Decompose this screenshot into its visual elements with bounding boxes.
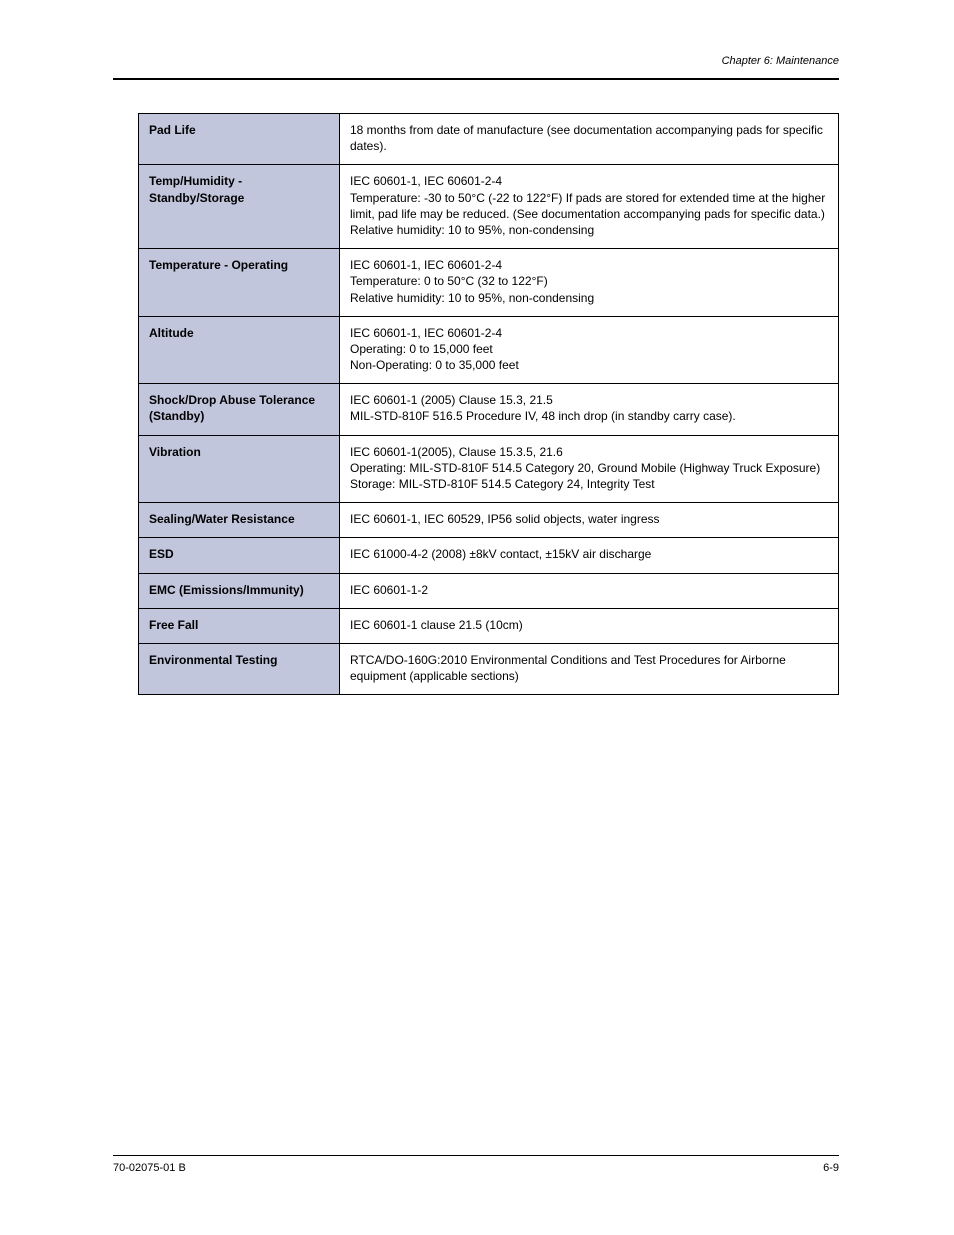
- spec-value: IEC 60601-1 clause 21.5 (10cm): [340, 608, 839, 643]
- spec-label: Vibration: [139, 435, 340, 503]
- spec-label: Free Fall: [139, 608, 340, 643]
- spec-value: 18 months from date of manufacture (see …: [340, 114, 839, 165]
- footer-rule: [113, 1155, 839, 1156]
- header-chapter: Chapter 6: Maintenance: [113, 55, 839, 67]
- footer-doc-number: 70-02075-01 B: [113, 1162, 186, 1174]
- spec-label: Altitude: [139, 316, 340, 384]
- spec-value: IEC 60601-1, IEC 60601-2-4 Operating: 0 …: [340, 316, 839, 384]
- table-row: ESDIEC 61000-4-2 (2008) ±8kV contact, ±1…: [139, 538, 839, 573]
- spec-label: Sealing/Water Resistance: [139, 503, 340, 538]
- table-row: VibrationIEC 60601-1(2005), Clause 15.3.…: [139, 435, 839, 503]
- table-row: Pad Life18 months from date of manufactu…: [139, 114, 839, 165]
- header-rule: [113, 78, 839, 80]
- spec-label: Shock/Drop Abuse Tolerance (Standby): [139, 384, 340, 435]
- spec-value: IEC 61000-4-2 (2008) ±8kV contact, ±15kV…: [340, 538, 839, 573]
- table-row: EMC (Emissions/Immunity)IEC 60601-1-2: [139, 573, 839, 608]
- specs-table: Pad Life18 months from date of manufactu…: [138, 113, 839, 695]
- spec-value: RTCA/DO-160G:2010 Environmental Conditio…: [340, 643, 839, 694]
- spec-value: IEC 60601-1, IEC 60601-2-4 Temperature: …: [340, 165, 839, 249]
- spec-value: IEC 60601-1 (2005) Clause 15.3, 21.5 MIL…: [340, 384, 839, 435]
- spec-label: Temp/Humidity - Standby/Storage: [139, 165, 340, 249]
- spec-value: IEC 60601-1, IEC 60529, IP56 solid objec…: [340, 503, 839, 538]
- footer-page-number: 6-9: [823, 1162, 839, 1174]
- spec-value: IEC 60601-1(2005), Clause 15.3.5, 21.6 O…: [340, 435, 839, 503]
- spec-value: IEC 60601-1, IEC 60601-2-4 Temperature: …: [340, 249, 839, 317]
- table-row: AltitudeIEC 60601-1, IEC 60601-2-4 Opera…: [139, 316, 839, 384]
- spec-value: IEC 60601-1-2: [340, 573, 839, 608]
- spec-label: EMC (Emissions/Immunity): [139, 573, 340, 608]
- spec-label: Environmental Testing: [139, 643, 340, 694]
- table-row: Sealing/Water ResistanceIEC 60601-1, IEC…: [139, 503, 839, 538]
- table-row: Temperature - OperatingIEC 60601-1, IEC …: [139, 249, 839, 317]
- spec-label: ESD: [139, 538, 340, 573]
- table-row: Shock/Drop Abuse Tolerance (Standby)IEC …: [139, 384, 839, 435]
- table-row: Temp/Humidity - Standby/StorageIEC 60601…: [139, 165, 839, 249]
- spec-label: Temperature - Operating: [139, 249, 340, 317]
- table-row: Free FallIEC 60601-1 clause 21.5 (10cm): [139, 608, 839, 643]
- document-page: Chapter 6: Maintenance Pad Life18 months…: [0, 0, 954, 1235]
- table-row: Environmental TestingRTCA/DO-160G:2010 E…: [139, 643, 839, 694]
- spec-label: Pad Life: [139, 114, 340, 165]
